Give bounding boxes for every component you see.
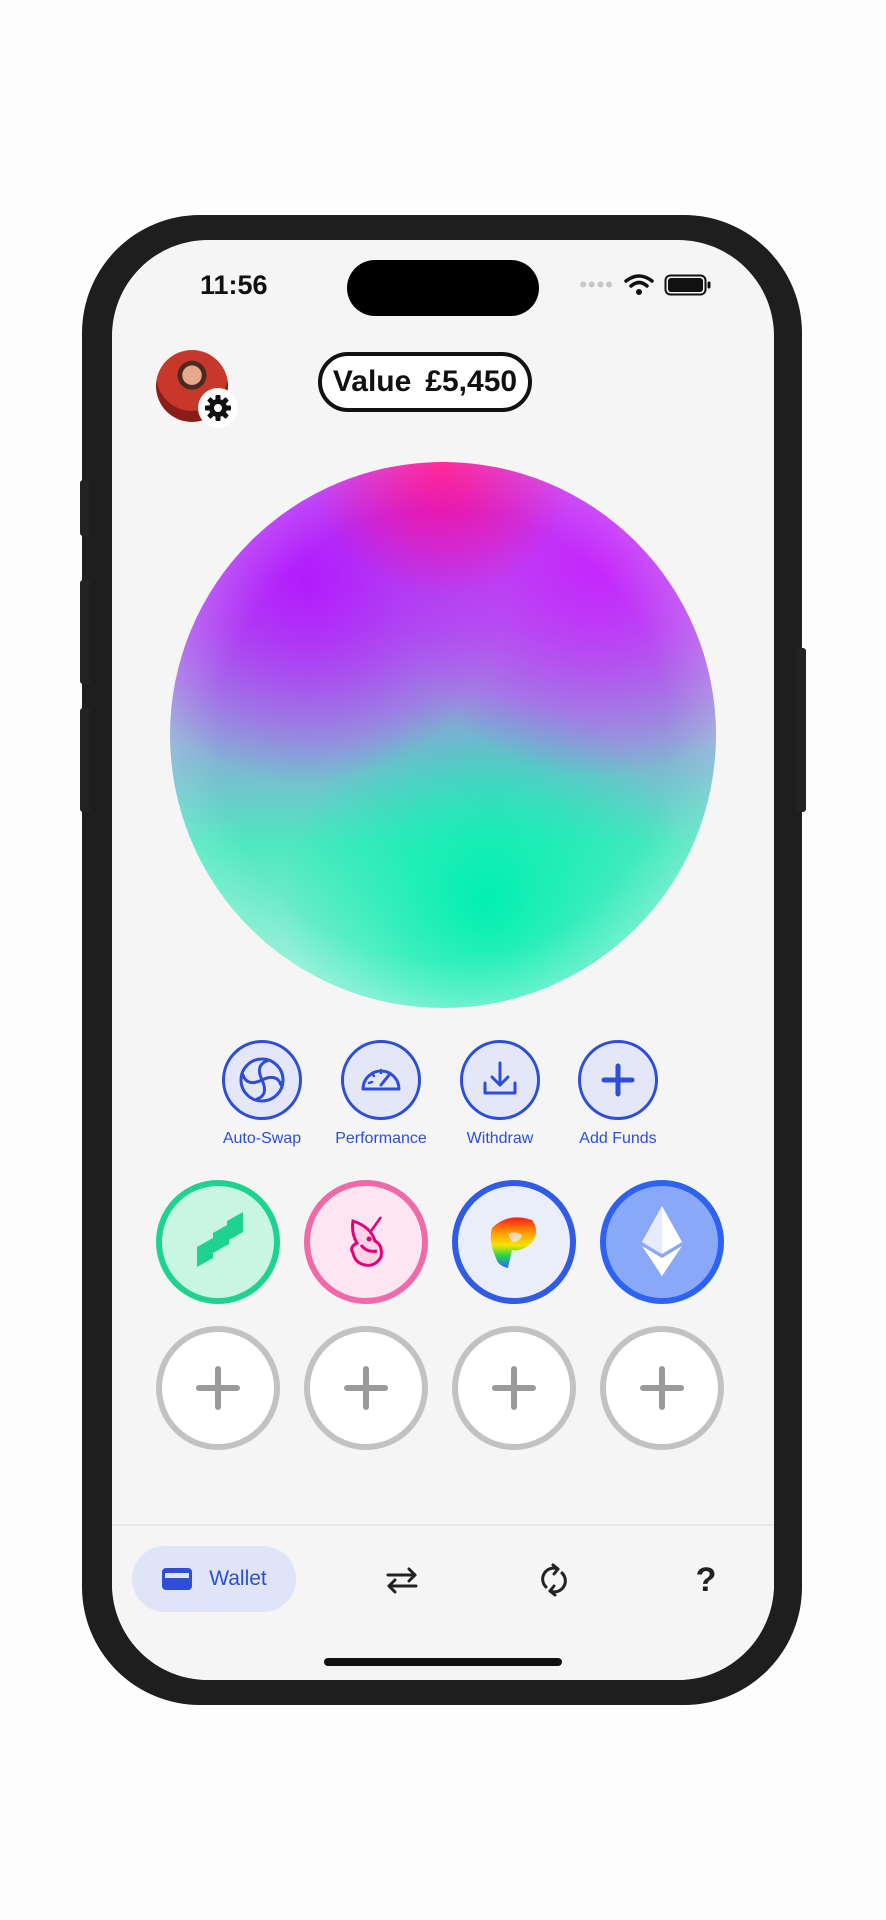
uniswap-token[interactable] [304, 1180, 428, 1304]
gear-icon[interactable] [198, 388, 238, 428]
value-amount: £5,450 [425, 365, 518, 398]
tab-swap[interactable] [382, 1560, 422, 1600]
portfolio-value-badge: Value £5,450 [318, 352, 532, 412]
performance-button[interactable]: Performance [321, 1040, 441, 1148]
side-button-power [796, 648, 806, 812]
ethereum-icon [642, 1206, 682, 1276]
plus-icon [578, 1040, 658, 1120]
swap-arrows-icon [386, 1567, 418, 1594]
tab-help[interactable]: ? [686, 1560, 726, 1600]
battery-icon [664, 274, 711, 296]
withdraw-button[interactable]: Withdraw [440, 1040, 560, 1148]
unicorn-icon [350, 1216, 383, 1267]
side-button-volume-down [80, 708, 90, 812]
speedometer-icon [341, 1040, 421, 1120]
portfolio-orb [170, 462, 716, 1008]
side-button-silent [80, 480, 90, 536]
dynamic-island [347, 260, 539, 316]
wallet-icon [162, 1568, 193, 1590]
ethereum-token[interactable] [600, 1180, 724, 1304]
auto-swap-button[interactable]: Auto-Swap [202, 1040, 322, 1148]
home-indicator[interactable] [324, 1658, 562, 1666]
plus-icon [196, 1366, 240, 1410]
add-token-slot[interactable] [304, 1326, 428, 1450]
swirl-icon [222, 1040, 302, 1120]
status-icons: •••• [579, 272, 712, 298]
compound-token[interactable] [156, 1180, 280, 1304]
status-time: 11:56 [200, 270, 268, 300]
tab-bar: Wallet ? [112, 1524, 774, 1680]
value-label: Value [332, 365, 412, 398]
tab-wallet-label: Wallet [209, 1567, 267, 1590]
side-button-volume-up [80, 580, 90, 684]
add-token-slot[interactable] [156, 1326, 280, 1450]
plus-icon [344, 1366, 388, 1410]
plus-icon [640, 1366, 684, 1410]
add-funds-label: Add Funds [579, 1130, 657, 1147]
tab-wallet[interactable]: Wallet [132, 1546, 296, 1612]
app-screen: 11:56 •••• Value £5,450 Auto-Swap Perfor… [112, 240, 774, 1680]
refresh-icon [541, 1563, 567, 1597]
withdraw-label: Withdraw [466, 1130, 534, 1147]
wifi-icon [624, 274, 654, 295]
plus-icon [492, 1366, 536, 1410]
performance-label: Performance [335, 1130, 427, 1147]
curve-token[interactable] [452, 1180, 576, 1304]
cellular-dots-icon: •••• [579, 272, 614, 297]
auto-swap-label: Auto-Swap [222, 1130, 302, 1147]
add-token-slot[interactable] [600, 1326, 724, 1450]
add-token-slot[interactable] [452, 1326, 576, 1450]
add-funds-button[interactable]: Add Funds [558, 1040, 678, 1148]
tab-refresh[interactable] [534, 1560, 574, 1600]
help-icon: ? [695, 1560, 717, 1599]
compound-icon [197, 1212, 243, 1267]
download-icon [460, 1040, 540, 1120]
curve-icon [490, 1217, 537, 1268]
